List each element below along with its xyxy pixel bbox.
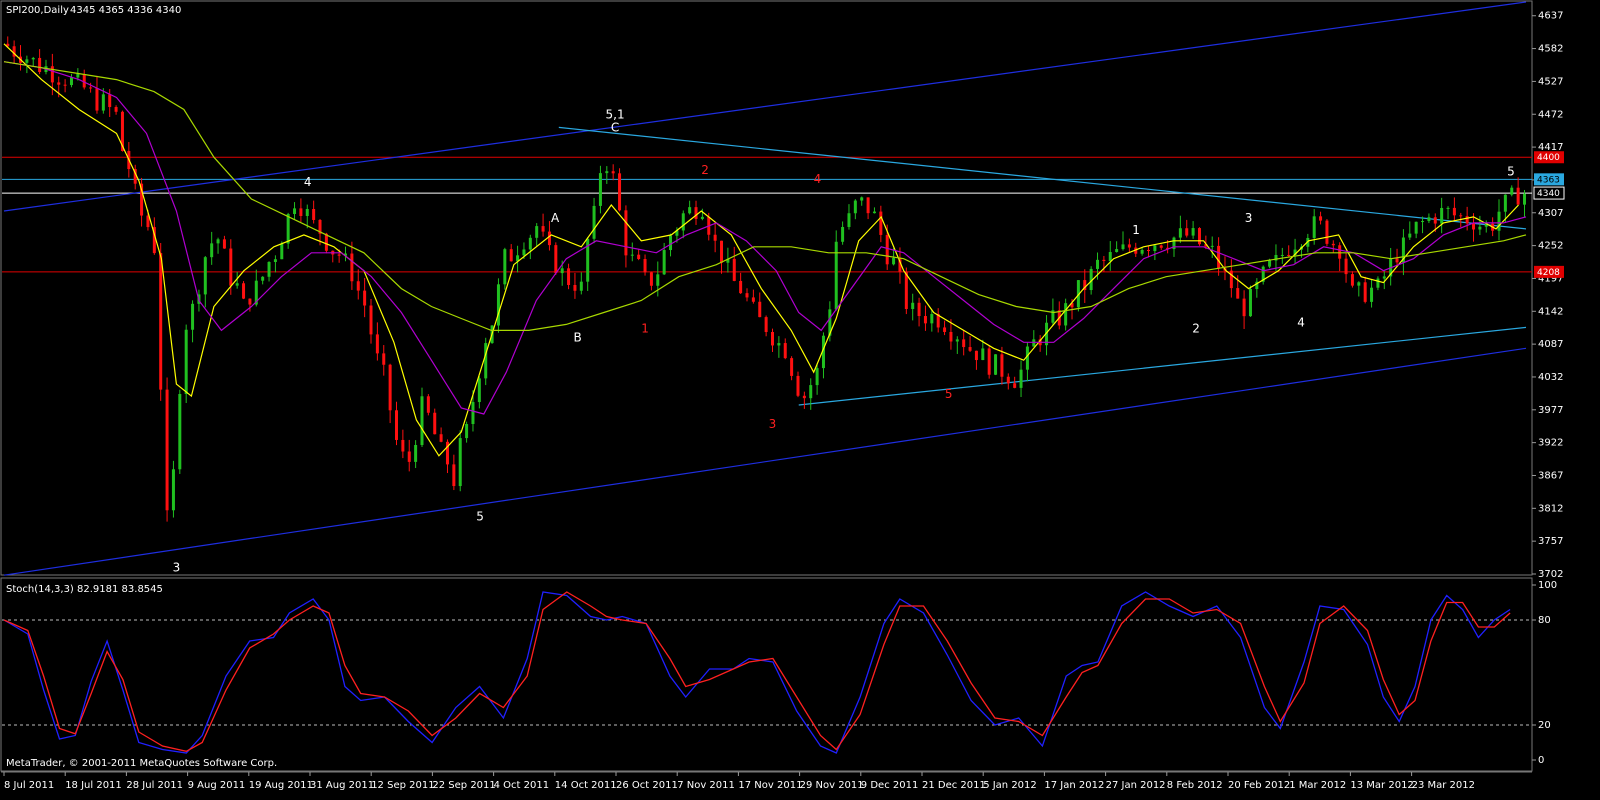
candle — [426, 394, 430, 416]
price-tick-label: 4142 — [1538, 306, 1563, 317]
stoch-tick-label: 20 — [1538, 720, 1551, 731]
price-tick-label: 4307 — [1538, 208, 1563, 219]
date-tick-label: 23 Mar 2012 — [1412, 780, 1475, 791]
price-tick-label: 3702 — [1538, 569, 1563, 580]
level-tag-label: 4363 — [1537, 175, 1560, 185]
date-tick-label: 29 Nov 2011 — [800, 780, 864, 791]
wave-label: 4 — [814, 172, 822, 186]
price-tick-label: 3867 — [1538, 470, 1563, 481]
candle — [987, 346, 991, 379]
price-tick-label: 4582 — [1538, 44, 1563, 55]
wave-label: B — [573, 330, 581, 344]
candle — [994, 354, 998, 376]
wave-label: 5 — [945, 387, 953, 401]
date-tick-label: 20 Feb 2012 — [1228, 780, 1290, 791]
price-tick-label: 4472 — [1538, 109, 1563, 120]
date-tick-label: 8 Feb 2012 — [1167, 780, 1223, 791]
candle — [286, 212, 290, 249]
date-tick-label: 27 Jan 2012 — [1106, 780, 1166, 791]
level-tag-label: 4208 — [1537, 268, 1560, 278]
candle — [834, 230, 838, 311]
candle — [503, 247, 507, 290]
price-tick-label: 3922 — [1538, 438, 1563, 449]
candle — [420, 387, 424, 448]
price-tick-label: 4637 — [1538, 11, 1563, 22]
candle — [159, 243, 163, 401]
price-tick-label: 4252 — [1538, 241, 1563, 252]
price-tick-label: 4087 — [1538, 339, 1563, 350]
chart-symbol-title: SPI200,Daily — [6, 5, 69, 16]
candle — [1261, 265, 1265, 285]
candle — [1325, 219, 1329, 247]
candle — [1197, 227, 1201, 246]
date-tick-label: 4 Oct 2011 — [494, 780, 549, 791]
wave-label: 2 — [701, 163, 709, 177]
stoch-title: Stoch(14,3,3) 82.9181 83.8545 — [6, 584, 163, 595]
price-tick-label: 4032 — [1538, 372, 1563, 383]
candle — [165, 377, 169, 522]
wave-label: 5 — [1507, 164, 1515, 178]
wave-label: 4 — [1297, 315, 1305, 329]
date-tick-label: 26 Oct 2011 — [616, 780, 678, 791]
date-tick-label: 7 Nov 2011 — [677, 780, 735, 791]
wave-label: 4 — [304, 175, 312, 189]
stoch-tick-label: 80 — [1538, 615, 1551, 626]
wave-label: A — [551, 211, 560, 225]
date-tick-label: 21 Dec 2011 — [922, 780, 986, 791]
stoch-tick-label: 0 — [1538, 755, 1544, 766]
candle — [496, 278, 500, 333]
level-tag-label: 4340 — [1537, 189, 1560, 199]
date-tick-label: 22 Sep 2011 — [432, 780, 495, 791]
wave-label: 2 — [1192, 321, 1200, 335]
wave-label: 3 — [1245, 211, 1253, 225]
wave-label: 3 — [769, 417, 777, 431]
candle — [178, 389, 182, 474]
date-tick-label: 9 Dec 2011 — [861, 780, 919, 791]
date-tick-label: 9 Aug 2011 — [188, 780, 246, 791]
date-tick-label: 18 Jul 2011 — [65, 780, 122, 791]
ohlc-readout: 4345 4365 4336 4340 — [70, 5, 181, 16]
date-tick-label: 8 Jul 2011 — [4, 780, 54, 791]
date-tick-label: 13 Mar 2012 — [1350, 780, 1413, 791]
candle — [1248, 285, 1252, 317]
price-tick-label: 3757 — [1538, 536, 1563, 547]
candle — [458, 430, 462, 492]
copyright-text: MetaTrader, © 2001-2011 MetaQuotes Softw… — [6, 758, 277, 769]
wave-label: 3 — [173, 560, 181, 574]
candle — [242, 281, 246, 300]
date-tick-label: 28 Jul 2011 — [126, 780, 183, 791]
stoch-tick-label: 100 — [1538, 580, 1557, 591]
wave-label: 5,1 — [606, 108, 625, 122]
date-tick-label: 1 Mar 2012 — [1289, 780, 1346, 791]
level-tag-label: 4400 — [1537, 153, 1560, 163]
candle — [171, 460, 175, 518]
wave-label: C — [611, 121, 619, 135]
date-tick-label: 17 Jan 2012 — [1044, 780, 1104, 791]
date-tick-label: 19 Aug 2011 — [249, 780, 313, 791]
price-tick-label: 4527 — [1538, 76, 1563, 87]
candle — [554, 242, 558, 275]
wave-label: 1 — [1132, 223, 1140, 237]
candle — [618, 168, 622, 212]
price-tick-label: 3977 — [1538, 405, 1563, 416]
date-tick-label: 14 Oct 2011 — [555, 780, 617, 791]
price-tick-label: 3812 — [1538, 503, 1563, 514]
date-tick-label: 12 Sep 2011 — [371, 780, 434, 791]
date-tick-label: 31 Aug 2011 — [310, 780, 374, 791]
date-tick-label: 17 Nov 2011 — [738, 780, 802, 791]
candle — [484, 337, 488, 386]
wave-label: 5 — [476, 510, 484, 524]
chart-canvas[interactable]: 3 4 5 A B 5,1C 1 2 3 4 5 1 2 3 4 5 SPI200,Daily 4345 43… — [0, 0, 1600, 800]
chart-background — [0, 0, 1600, 800]
date-tick-label: 5 Jan 2012 — [983, 780, 1037, 791]
wave-label: 1 — [641, 321, 649, 335]
